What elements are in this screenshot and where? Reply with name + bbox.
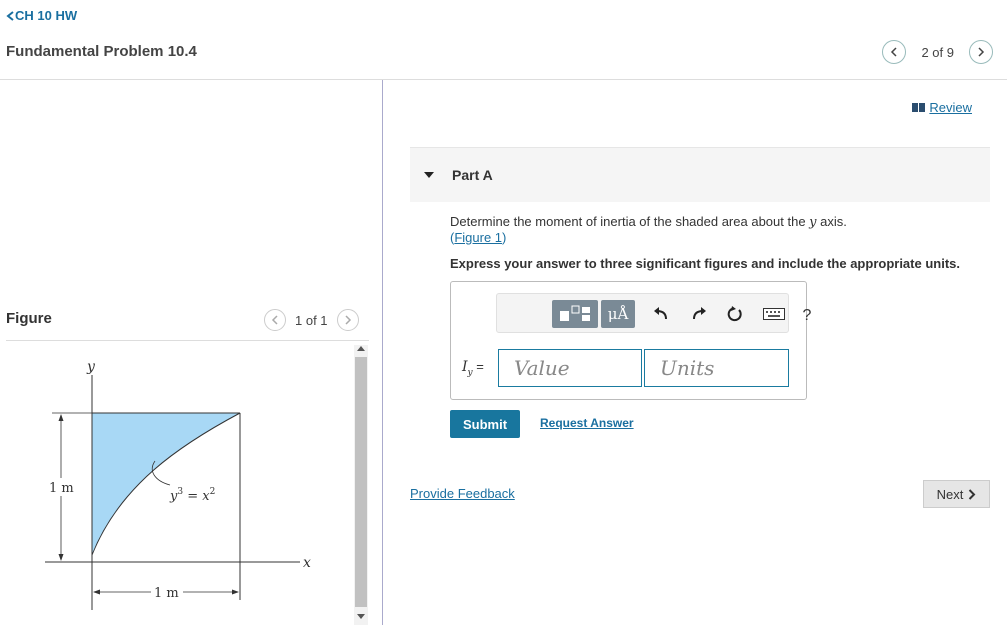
question-text: Determine the moment of inertia of the s… — [450, 214, 847, 230]
width-dimension-label: 1 m — [154, 586, 179, 601]
answer-variable-label: Iy = — [462, 359, 484, 378]
templates-icon — [560, 305, 590, 321]
pane-divider — [382, 80, 383, 625]
figure-diagram: 1 m 1 m y x y3 = x2 — [45, 359, 311, 610]
reset-icon — [727, 306, 742, 322]
keyboard-button[interactable] — [761, 300, 787, 328]
chevron-right-icon — [978, 47, 985, 57]
chevron-left-icon — [6, 11, 14, 21]
back-label: CH 10 HW — [15, 8, 78, 23]
figure-pager: 1 of 1 — [264, 309, 359, 331]
help-button[interactable]: ? — [797, 302, 817, 330]
problem-pager-text: 2 of 9 — [921, 44, 954, 60]
submit-button[interactable]: Submit — [450, 410, 520, 438]
math-toolbar: μÅ ? — [496, 293, 811, 333]
figure-link[interactable]: Figure 1 — [454, 230, 502, 245]
caret-down-icon — [424, 172, 434, 178]
prev-problem-button[interactable] — [882, 40, 907, 64]
back-to-assignment-link[interactable]: CH 10 HW — [6, 8, 77, 23]
y-axis-label: y — [86, 359, 96, 375]
header-divider — [0, 79, 1007, 80]
redo-button[interactable] — [687, 300, 711, 328]
answer-instructions: Express your answer to three significant… — [450, 256, 960, 271]
book-icon — [912, 103, 926, 112]
curve-equation: y3 = x2 — [169, 487, 215, 504]
height-arrow-top — [58, 414, 64, 421]
chevron-right-icon — [345, 315, 351, 325]
reset-button[interactable] — [723, 300, 747, 328]
figure-pager-text: 1 of 1 — [295, 312, 328, 328]
review-link[interactable]: Review — [912, 100, 972, 115]
redo-icon — [693, 307, 706, 320]
answer-box: μÅ ? Iy = — [450, 281, 811, 400]
part-label: Part A — [452, 167, 493, 183]
width-arrow-left — [93, 589, 100, 595]
height-arrow-bottom — [58, 554, 64, 561]
x-axis-label: x — [303, 555, 311, 571]
problem-pager: 2 of 9 — [882, 40, 993, 64]
units-symbols-button[interactable]: μÅ — [601, 300, 635, 328]
figure-scrollbar-thumb[interactable] — [355, 357, 367, 607]
undo-icon — [654, 307, 667, 320]
prev-figure-button[interactable] — [264, 309, 286, 331]
next-label: Next — [936, 486, 964, 502]
next-problem-button[interactable] — [969, 40, 993, 64]
figure-link-wrapper: (Figure 1) — [450, 230, 507, 245]
undo-button[interactable] — [649, 300, 673, 328]
keyboard-icon — [763, 308, 785, 320]
height-dimension-label: 1 m — [49, 481, 74, 496]
page-title: Fundamental Problem 10.4 — [6, 43, 197, 60]
figure-divider — [6, 340, 369, 341]
review-label: Review — [929, 100, 972, 115]
request-answer-link[interactable]: Request Answer — [540, 416, 634, 430]
value-input[interactable] — [498, 349, 642, 387]
units-input[interactable] — [644, 349, 789, 387]
width-arrow-right — [232, 589, 239, 595]
scroll-down-arrow-icon[interactable] — [357, 614, 365, 619]
next-figure-button[interactable] — [336, 309, 359, 331]
scroll-up-arrow-icon[interactable] — [357, 346, 365, 351]
chevron-left-icon — [891, 47, 897, 57]
chevron-right-icon — [969, 488, 976, 500]
provide-feedback-link[interactable]: Provide Feedback — [410, 486, 515, 501]
next-button[interactable]: Next — [923, 480, 990, 508]
figure-heading: Figure — [6, 310, 52, 327]
templates-button[interactable] — [552, 300, 598, 328]
part-a-header[interactable]: Part A — [410, 147, 990, 202]
chevron-left-icon — [271, 315, 278, 325]
